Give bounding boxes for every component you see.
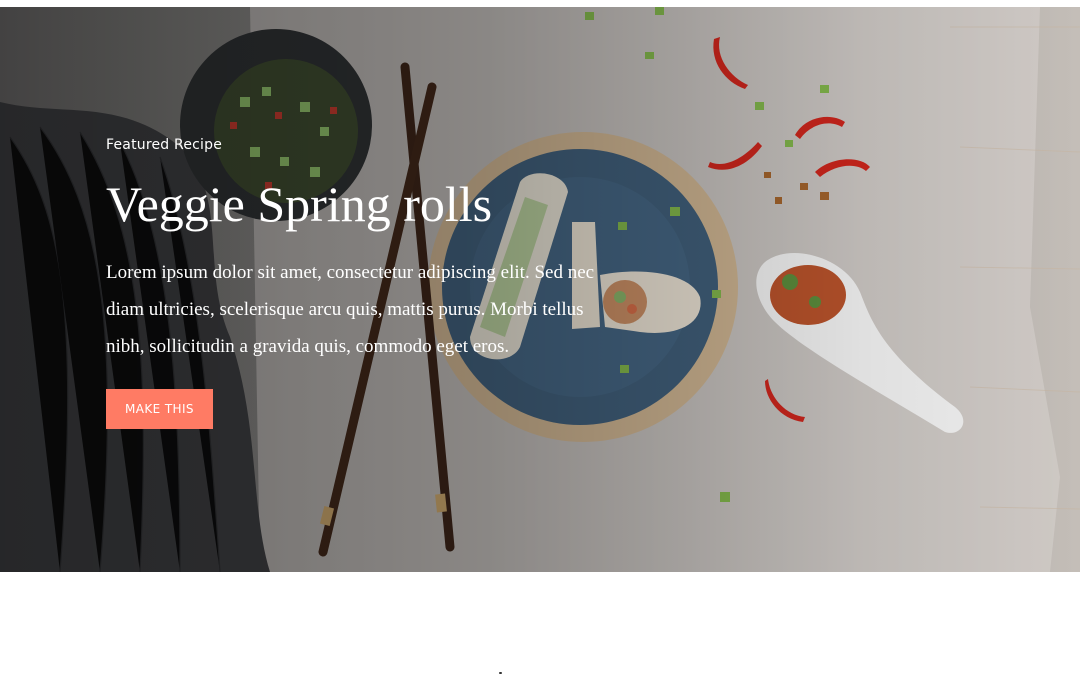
make-this-button[interactable]: MAKE THIS <box>106 389 213 429</box>
hero-banner: Featured Recipe Veggie Spring rolls Lore… <box>0 7 1080 572</box>
recipe-description: Lorem ipsum dolor sit amet, consectetur … <box>106 262 595 357</box>
featured-recipe-label: Featured Recipe <box>106 137 223 153</box>
scroll-indicator <box>499 672 502 674</box>
hero-content: Featured Recipe Veggie Spring rolls Lore… <box>106 137 646 429</box>
recipe-title: Veggie Spring rolls <box>106 176 493 232</box>
